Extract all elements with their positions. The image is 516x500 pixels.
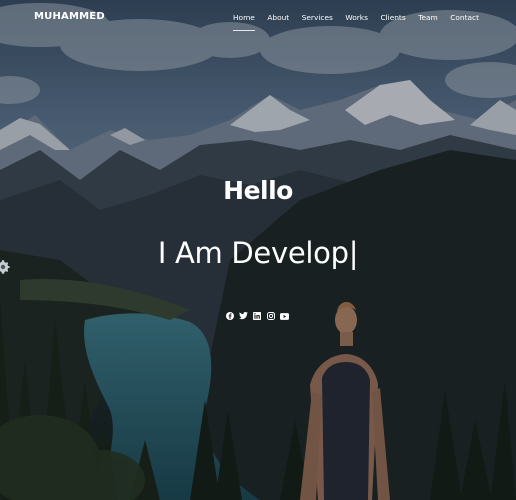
nav-item-team[interactable]: Team [418,13,438,31]
nav-item-clients[interactable]: Clients [380,13,405,31]
gear-icon[interactable] [0,259,10,275]
nav-item-home[interactable]: Home [233,13,255,31]
navbar: MUHAMMED Home About Services Works Clien… [0,0,516,36]
linkedin-icon[interactable] [252,311,262,321]
hero-section: MUHAMMED Home About Services Works Clien… [0,0,516,500]
brand-logo[interactable]: MUHAMMED [34,11,105,22]
main-menu: Home About Services Works Clients Team C… [221,13,479,31]
nav-item-works[interactable]: Works [345,13,368,31]
social-links [225,311,293,321]
hero-greeting: Hello [223,176,293,205]
instagram-icon[interactable] [266,311,276,321]
facebook-icon[interactable] [225,311,235,321]
nav-item-services[interactable]: Services [302,13,333,31]
nav-item-about[interactable]: About [267,13,289,31]
twitter-icon[interactable] [239,311,249,321]
youtube-icon[interactable] [279,311,289,321]
hero-typed-text: I Am Develop| [157,236,359,270]
nav-item-contact[interactable]: Contact [450,13,479,31]
